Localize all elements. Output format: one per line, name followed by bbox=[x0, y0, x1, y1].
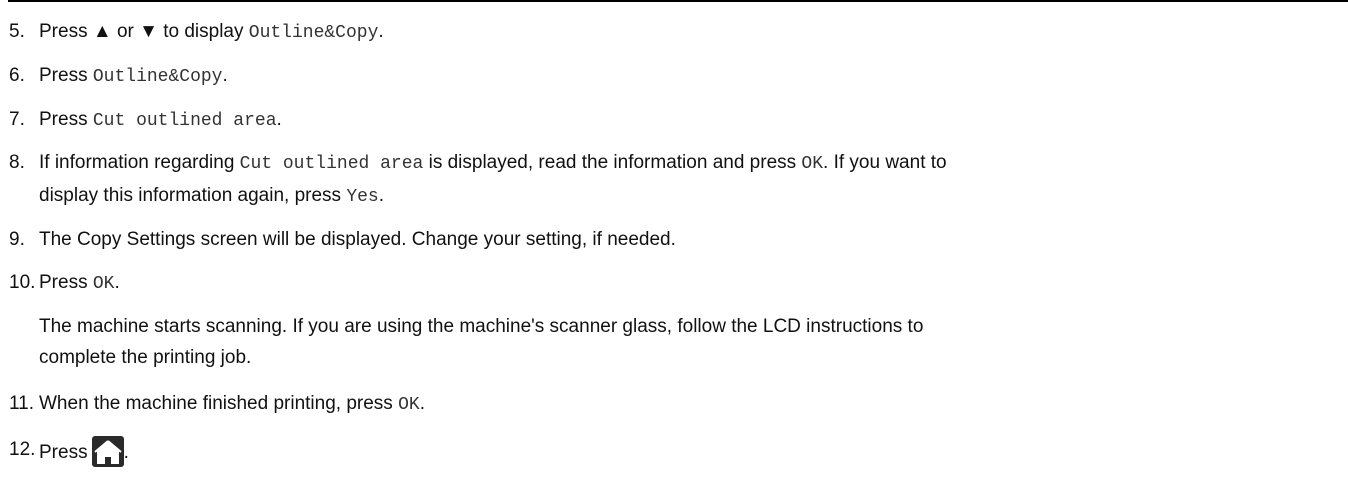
ui-label-cut-outlined-area: Cut outlined area bbox=[92, 111, 277, 131]
step-text: The Copy Settings screen will be display… bbox=[39, 229, 676, 250]
step-text: If information regarding Cut outlined ar… bbox=[39, 149, 1339, 211]
step-number: 10. bbox=[9, 272, 36, 293]
step-number: 5. bbox=[9, 21, 25, 42]
step-text-part: display this information again, press bbox=[39, 185, 347, 206]
step-text: Press Cut outlined area. bbox=[39, 106, 1339, 135]
step-text-line: If information regarding Cut outlined ar… bbox=[39, 152, 947, 174]
step-text-part: If information regarding bbox=[39, 152, 240, 173]
up-arrow-icon: ▲ bbox=[92, 21, 112, 42]
step-text: When the machine finished printing, pres… bbox=[39, 390, 1339, 419]
ui-label-ok: OK bbox=[801, 154, 824, 174]
ui-label-outline-copy: Outline&Copy bbox=[92, 67, 223, 87]
step-text-part: . bbox=[378, 21, 384, 42]
step-number: 11. bbox=[9, 393, 35, 414]
step-note-line: The machine starts scanning. If you are … bbox=[39, 316, 924, 337]
home-icon bbox=[91, 436, 124, 467]
down-arrow-icon: ▼ bbox=[139, 21, 158, 42]
step-number: 9. bbox=[9, 229, 25, 250]
ui-label-yes: Yes bbox=[346, 187, 379, 207]
step-text-part: is displayed, read the information and p… bbox=[423, 152, 802, 173]
ui-label-outline-copy: Outline&Copy bbox=[248, 23, 379, 43]
step-text-part: When the machine finished printing, pres… bbox=[39, 393, 399, 414]
step-text: Press ▲ or ▼ to display Outline&Copy. bbox=[39, 18, 1339, 47]
step-text-part: . bbox=[378, 185, 385, 206]
step-text-line: display this information again, press Ye… bbox=[39, 182, 1339, 211]
step-text-part: Press bbox=[39, 21, 93, 42]
step-number: 12. bbox=[9, 439, 36, 460]
step-text-part: . bbox=[276, 109, 282, 130]
step-number: 8. bbox=[9, 152, 25, 173]
ui-label-ok: OK bbox=[398, 395, 420, 415]
step-text-part: to display bbox=[157, 21, 249, 42]
step-text: Press. bbox=[39, 436, 1339, 467]
step-note: The machine starts scanning. If you are … bbox=[39, 313, 1339, 371]
step-text-part: . bbox=[123, 442, 129, 463]
ui-label-cut-outlined-area: Cut outlined area bbox=[239, 154, 424, 174]
step-text-part: Press bbox=[39, 442, 88, 463]
step-number: 6. bbox=[9, 65, 25, 86]
step-text: Press OK. bbox=[39, 269, 1339, 298]
step-text-part: Press bbox=[39, 272, 93, 293]
step-text-part: . bbox=[114, 272, 120, 293]
step-text-part: . bbox=[222, 65, 228, 86]
step-note-line: complete the printing job. bbox=[39, 347, 252, 368]
step-text-part: or bbox=[111, 21, 140, 42]
step-text-part: Press bbox=[39, 109, 93, 130]
step-text: Press Outline&Copy. bbox=[39, 62, 1339, 91]
step-text-part: Press bbox=[39, 65, 93, 86]
step-text-part: . bbox=[419, 393, 425, 414]
step-number: 7. bbox=[9, 109, 25, 130]
step-text-part: . If you want to bbox=[823, 152, 947, 173]
ui-label-ok: OK bbox=[92, 274, 115, 294]
top-divider bbox=[8, 0, 1348, 2]
